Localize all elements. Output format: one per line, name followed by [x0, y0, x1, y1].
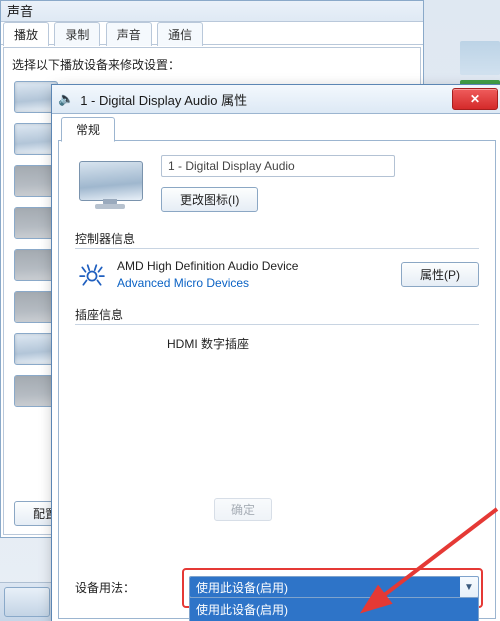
vendor-icon	[79, 262, 105, 288]
close-icon: ✕	[470, 92, 480, 106]
device-icon	[75, 159, 145, 209]
controller-name: AMD High Definition Audio Device	[117, 259, 389, 273]
general-page: 1 - Digital Display Audio 更改图标(I) 控制器信息 …	[58, 141, 496, 619]
tab-communications[interactable]: 通信	[157, 22, 203, 46]
sound-window-title: 声音	[1, 1, 423, 22]
sound-tabs: 播放 录制 声音 通信	[1, 22, 423, 45]
controller-properties-button[interactable]: 属性(P)	[401, 262, 479, 287]
thumbnail	[460, 41, 500, 75]
device-name-field[interactable]: 1 - Digital Display Audio	[161, 155, 395, 177]
device-usage-label: 设备用法：	[75, 579, 171, 596]
controller-group: 控制器信息 AMD High Definition Audio Device A…	[75, 230, 479, 290]
ghost-ok-button: 确定	[214, 498, 272, 521]
dialog-titlebar[interactable]: 🔈 1 - Digital Display Audio 属性 ✕	[52, 85, 500, 114]
change-icon-button[interactable]: 更改图标(I)	[161, 187, 258, 212]
tab-playback[interactable]: 播放	[3, 22, 49, 46]
device-properties-dialog: 🔈 1 - Digital Display Audio 属性 ✕ 常规 1 - …	[51, 84, 500, 621]
device-usage-selected: 使用此设备(启用)	[190, 577, 460, 597]
speaker-icon: 🔈	[58, 91, 74, 107]
dialog-title: 1 - Digital Display Audio 属性	[80, 90, 247, 109]
controller-vendor-link[interactable]: Advanced Micro Devices	[117, 276, 389, 290]
device-usage-options: 使用此设备(启用) 不使用此设备(禁用)	[189, 597, 479, 621]
device-usage-option-enable[interactable]: 使用此设备(启用)	[190, 598, 478, 621]
chevron-down-icon: ▼	[460, 582, 478, 593]
playback-instruction: 选择以下播放设备来修改设置：	[12, 56, 412, 73]
dialog-tabs: 常规	[58, 117, 496, 141]
device-usage-combo[interactable]: 使用此设备(启用) ▼ 使用此设备(启用) 不使用此设备(禁用)	[189, 576, 479, 598]
controller-group-label: 控制器信息	[75, 230, 479, 247]
jack-group: 插座信息 HDMI 数字插座	[75, 306, 479, 352]
close-button[interactable]: ✕	[452, 88, 498, 110]
tab-general[interactable]: 常规	[61, 117, 115, 142]
jack-group-label: 插座信息	[75, 306, 479, 323]
tab-recording[interactable]: 录制	[54, 22, 100, 46]
task-thumb[interactable]	[4, 587, 50, 617]
device-usage-section: 设备用法： 使用此设备(启用) ▼ 使用此设备(启用) 不使用此设备(禁用)	[75, 576, 479, 598]
jack-value: HDMI 数字插座	[167, 337, 249, 351]
tab-sounds[interactable]: 声音	[106, 22, 152, 46]
